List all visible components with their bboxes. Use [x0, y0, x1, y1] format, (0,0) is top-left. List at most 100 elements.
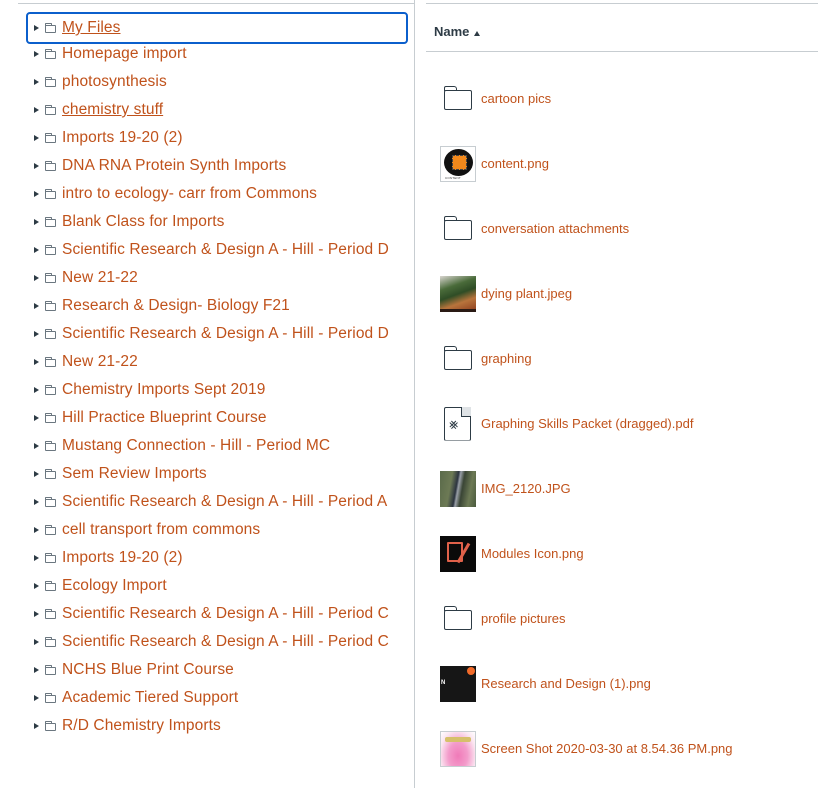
folder-tree-label[interactable]: My Files — [62, 19, 121, 37]
folder-tree-label[interactable]: Hill Practice Blueprint Course — [62, 409, 267, 427]
file-row[interactable]: profile pictures — [440, 586, 733, 651]
file-row[interactable]: N Research and Design (1).png — [440, 651, 733, 716]
folder-tree-label[interactable]: Scientific Research & Design A - Hill - … — [62, 241, 389, 259]
folder-tree-label[interactable]: chemistry stuff — [62, 101, 163, 119]
file-name-link[interactable]: profile pictures — [481, 611, 566, 626]
file-row[interactable]: ⨳ Graphing Skills Packet (dragged).pdf — [440, 391, 733, 456]
expand-triangle-icon[interactable] — [34, 527, 39, 533]
folder-tree-label[interactable]: Scientific Research & Design A - Hill - … — [62, 325, 389, 343]
folder-tree-item[interactable]: DNA RNA Protein Synth Imports — [26, 152, 408, 180]
folder-tree-label[interactable]: NCHS Blue Print Course — [62, 661, 234, 679]
expand-triangle-icon[interactable] — [34, 555, 39, 561]
file-row[interactable]: conversation attachments — [440, 196, 733, 261]
folder-tree-item[interactable]: intro to ecology- carr from Commons — [26, 180, 408, 208]
folder-tree-label[interactable]: Imports 19-20 (2) — [62, 549, 183, 567]
expand-triangle-icon[interactable] — [34, 583, 39, 589]
file-name-link[interactable]: Screen Shot 2020-03-30 at 8.54.36 PM.png — [481, 741, 733, 756]
file-name-link[interactable]: conversation attachments — [481, 221, 629, 236]
folder-tree-item[interactable]: R/D Chemistry Imports — [26, 712, 408, 740]
folder-tree-label[interactable]: Chemistry Imports Sept 2019 — [62, 381, 265, 399]
folder-tree-label[interactable]: Blank Class for Imports — [62, 213, 225, 231]
folder-tree-label[interactable]: New 21-22 — [62, 353, 138, 371]
expand-triangle-icon[interactable] — [34, 471, 39, 477]
folder-tree-label[interactable]: DNA RNA Protein Synth Imports — [62, 157, 286, 175]
file-name-link[interactable]: IMG_2120.JPG — [481, 481, 571, 496]
folder-tree-label[interactable]: Research & Design- Biology F21 — [62, 297, 290, 315]
folder-tree-label[interactable]: Scientific Research & Design A - Hill - … — [62, 493, 387, 511]
expand-triangle-icon[interactable] — [34, 387, 39, 393]
folder-tree-item[interactable]: Scientific Research & Design A - Hill - … — [26, 628, 408, 656]
expand-triangle-icon[interactable] — [34, 51, 39, 57]
expand-triangle-icon[interactable] — [34, 359, 39, 365]
name-column-header[interactable]: Name — [434, 24, 481, 39]
expand-triangle-icon[interactable] — [34, 695, 39, 701]
folder-tree-label[interactable]: Scientific Research & Design A - Hill - … — [62, 633, 389, 651]
file-name-link[interactable]: graphing — [481, 351, 532, 366]
folder-tree-label[interactable]: Imports 19-20 (2) — [62, 129, 183, 147]
folder-tree-item[interactable]: Homepage import — [26, 40, 408, 68]
file-row-partial[interactable] — [440, 781, 733, 801]
file-name-link[interactable]: cartoon pics — [481, 91, 551, 106]
file-row[interactable]: cartoon pics — [440, 66, 733, 131]
folder-tree-item[interactable]: chemistry stuff — [26, 96, 408, 124]
expand-triangle-icon[interactable] — [34, 611, 39, 617]
folder-tree-item[interactable]: Research & Design- Biology F21 — [26, 292, 408, 320]
folder-tree-label[interactable]: intro to ecology- carr from Commons — [62, 185, 317, 203]
file-row[interactable]: IMG_2120.JPG — [440, 456, 733, 521]
expand-triangle-icon[interactable] — [34, 79, 39, 85]
expand-triangle-icon[interactable] — [34, 443, 39, 449]
folder-tree-item[interactable]: Chemistry Imports Sept 2019 — [26, 376, 408, 404]
file-row[interactable]: graphing — [440, 326, 733, 391]
expand-triangle-icon[interactable] — [34, 107, 39, 113]
folder-tree-label[interactable]: New 21-22 — [62, 269, 138, 287]
file-name-link[interactable]: dying plant.jpeg — [481, 286, 572, 301]
folder-tree-item[interactable]: NCHS Blue Print Course — [26, 656, 408, 684]
folder-tree-item[interactable]: Blank Class for Imports — [26, 208, 408, 236]
folder-tree-item[interactable]: Imports 19-20 (2) — [26, 544, 408, 572]
file-name-link[interactable]: Graphing Skills Packet (dragged).pdf — [481, 416, 693, 431]
expand-triangle-icon[interactable] — [34, 303, 39, 309]
folder-tree-label[interactable]: R/D Chemistry Imports — [62, 717, 221, 735]
folder-tree-label[interactable]: Mustang Connection - Hill - Period MC — [62, 437, 330, 455]
folder-tree-label[interactable]: Homepage import — [62, 45, 187, 63]
file-row[interactable]: dying plant.jpeg — [440, 261, 733, 326]
folder-tree-item[interactable]: New 21-22 — [26, 264, 408, 292]
folder-tree-item[interactable]: Sem Review Imports — [26, 460, 408, 488]
folder-tree-label[interactable]: Scientific Research & Design A - Hill - … — [62, 605, 389, 623]
folder-tree-label[interactable]: Academic Tiered Support — [62, 689, 238, 707]
folder-tree-item[interactable]: cell transport from commons — [26, 516, 408, 544]
folder-tree-item[interactable]: New 21-22 — [26, 348, 408, 376]
folder-tree-item[interactable]: Scientific Research & Design A - Hill - … — [26, 488, 408, 516]
expand-triangle-icon[interactable] — [34, 415, 39, 421]
folder-tree-label[interactable]: photosynthesis — [62, 73, 167, 91]
folder-tree-item[interactable]: Imports 19-20 (2) — [26, 124, 408, 152]
expand-triangle-icon[interactable] — [34, 219, 39, 225]
pane-splitter[interactable] — [414, 0, 415, 788]
folder-tree-item[interactable]: Mustang Connection - Hill - Period MC — [26, 432, 408, 460]
folder-tree-item[interactable]: Academic Tiered Support — [26, 684, 408, 712]
folder-tree-item[interactable]: Ecology Import — [26, 572, 408, 600]
expand-triangle-icon[interactable] — [34, 191, 39, 197]
expand-triangle-icon[interactable] — [34, 25, 39, 31]
folder-tree-item[interactable]: Scientific Research & Design A - Hill - … — [26, 600, 408, 628]
expand-triangle-icon[interactable] — [34, 163, 39, 169]
file-name-link[interactable]: Research and Design (1).png — [481, 676, 651, 691]
folder-tree-item[interactable]: photosynthesis — [26, 68, 408, 96]
expand-triangle-icon[interactable] — [34, 639, 39, 645]
folder-tree-label[interactable]: cell transport from commons — [62, 521, 260, 539]
file-name-link[interactable]: Modules Icon.png — [481, 546, 584, 561]
folder-tree-item[interactable]: Scientific Research & Design A - Hill - … — [26, 236, 408, 264]
folder-tree-label[interactable]: Sem Review Imports — [62, 465, 207, 483]
expand-triangle-icon[interactable] — [34, 331, 39, 337]
file-row[interactable]: Screen Shot 2020-03-30 at 8.54.36 PM.png — [440, 716, 733, 781]
file-row[interactable]: CONTENT content.png — [440, 131, 733, 196]
expand-triangle-icon[interactable] — [34, 499, 39, 505]
folder-tree-label[interactable]: Ecology Import — [62, 577, 167, 595]
file-row[interactable]: Modules Icon.png — [440, 521, 733, 586]
folder-tree-item[interactable]: Hill Practice Blueprint Course — [26, 404, 408, 432]
expand-triangle-icon[interactable] — [34, 275, 39, 281]
expand-triangle-icon[interactable] — [34, 723, 39, 729]
expand-triangle-icon[interactable] — [34, 135, 39, 141]
file-name-link[interactable]: content.png — [481, 156, 549, 171]
expand-triangle-icon[interactable] — [34, 247, 39, 253]
